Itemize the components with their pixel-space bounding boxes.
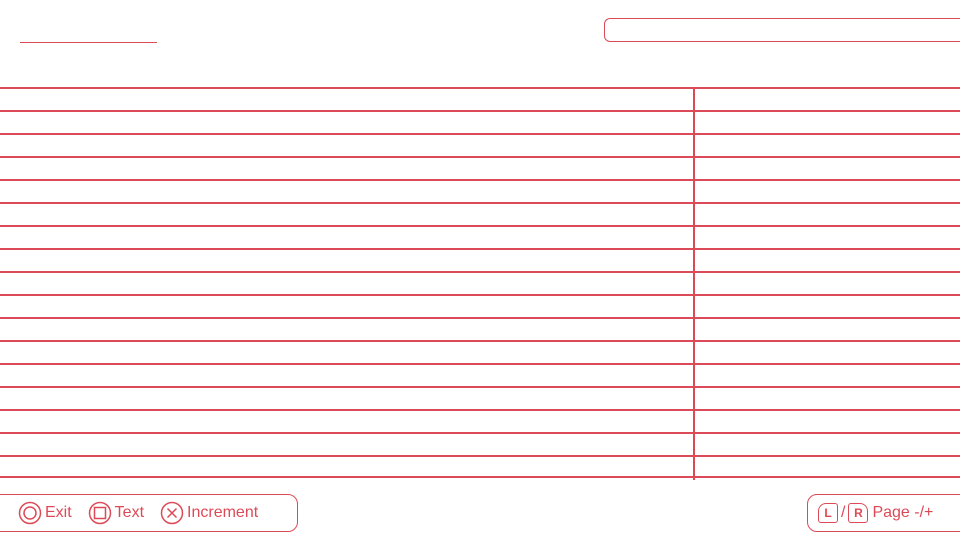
table-row[interactable] [0, 317, 960, 340]
search-input[interactable] [604, 18, 960, 42]
page-title [20, 42, 157, 43]
table-row[interactable] [0, 340, 960, 363]
exit-hint[interactable]: Exit [18, 501, 72, 525]
table-row[interactable] [0, 225, 960, 248]
table-row[interactable] [0, 363, 960, 386]
page-hint-separator: / [841, 504, 846, 521]
circle-button-icon [18, 501, 42, 525]
button-hints-bar: Exit Text Increment [0, 494, 298, 532]
square-button-icon [88, 501, 112, 525]
l-button-icon[interactable]: L [818, 503, 838, 523]
table-row[interactable] [0, 179, 960, 202]
table-row[interactable] [0, 455, 960, 478]
data-table [0, 87, 960, 480]
table-row[interactable] [0, 248, 960, 271]
table-row[interactable] [0, 110, 960, 133]
text-label: Text [114, 504, 145, 521]
table-row[interactable] [0, 294, 960, 317]
table-row[interactable] [0, 133, 960, 156]
text-hint[interactable]: Text [88, 501, 144, 525]
table-row[interactable] [0, 202, 960, 225]
r-button-label: R [854, 506, 863, 520]
table-row[interactable] [0, 87, 960, 110]
exit-label: Exit [45, 504, 72, 521]
table-row[interactable] [0, 409, 960, 432]
table-row[interactable] [0, 432, 960, 455]
table-row[interactable] [0, 386, 960, 409]
table-row[interactable] [0, 156, 960, 179]
l-button-label: L [824, 506, 832, 520]
table-row[interactable] [0, 271, 960, 294]
r-button-icon[interactable]: R [848, 503, 869, 523]
cross-button-icon [160, 501, 184, 525]
page-hint-bar: L / R Page -/+ [807, 494, 960, 532]
page-hint-label: Page -/+ [872, 504, 934, 521]
increment-hint[interactable]: Increment [160, 501, 258, 525]
increment-label: Increment [187, 504, 259, 521]
